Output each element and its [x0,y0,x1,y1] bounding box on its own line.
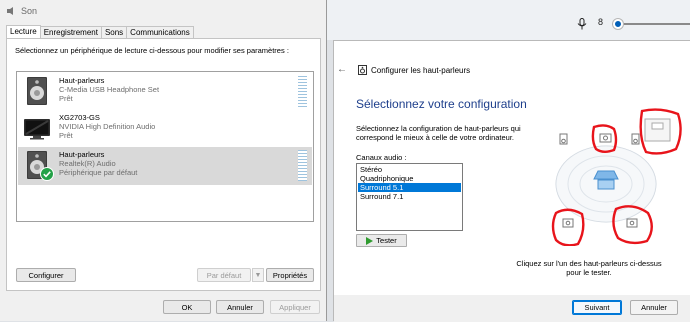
center-speaker[interactable] [599,133,612,143]
apply-button[interactable]: Appliquer [270,300,320,314]
device-status: Prêt [59,131,73,140]
config-heading: Sélectionnez votre configuration [356,97,527,111]
device-item-realtek[interactable]: Haut-parleurs Realtek(R) Audio Périphéri… [18,147,312,185]
sound-dialog-title: Son [21,6,38,16]
monitor-icon [24,119,50,140]
sound-app-icon [7,7,13,15]
speaker-setup-icon [358,65,367,75]
sound-dialog: Son Lecture Enregistrement Sons Communic… [0,0,327,321]
volume-slider-thumb[interactable] [613,19,623,29]
audio-channels-list[interactable]: Stéréo Quadriphonique Surround 5.1 Surro… [356,163,463,231]
device-item-monitor[interactable]: XG2703-GS NVIDIA High Definition Audio P… [18,110,312,147]
device-name: XG2703-GS [59,113,100,122]
channel-option-surround-51[interactable]: Surround 5.1 [358,183,461,192]
front-right-speaker[interactable] [631,133,640,145]
subwoofer-speaker[interactable] [644,118,671,142]
test-hint-text: Cliquez sur l'un des haut-parleurs ci-de… [516,259,662,277]
set-default-dropdown[interactable]: ▼ [252,268,264,282]
speaker-setup-dialog: ← Configurer les haut-parleurs Sélection… [333,40,690,322]
test-button[interactable]: Tester [356,234,407,247]
playback-panel: Sélectionnez un périphérique de lecture … [6,38,321,291]
test-button-label: Tester [376,236,397,245]
audio-channels-label: Canaux audio : [356,153,407,162]
device-name: Haut-parleurs [59,150,105,159]
listener-icon [593,170,619,180]
next-button[interactable]: Suivant [572,300,622,315]
level-meter [298,76,307,107]
channel-option-surround-71[interactable]: Surround 7.1 [358,192,461,201]
tab-enregistrement[interactable]: Enregistrement [39,26,102,38]
device-name: Haut-parleurs [59,76,105,85]
tab-communications[interactable]: Communications [126,26,194,38]
microphone-icon[interactable] [577,18,587,30]
level-meter [298,150,307,181]
ok-button[interactable]: OK [163,300,211,314]
chevron-down-icon: ▼ [254,271,262,279]
cancel-button[interactable]: Annuler [216,300,264,314]
sound-dialog-titlebar: Son [0,0,326,22]
tab-lecture[interactable]: Lecture [6,25,41,38]
speaker-setup-titlebar: Configurer les haut-parleurs [358,65,470,75]
sound-tabs: Lecture Enregistrement Sons Communicatio… [6,25,194,38]
setup-cancel-button[interactable]: Annuler [630,300,678,315]
speaker-icon [27,77,47,105]
device-description: Realtek(R) Audio [59,159,116,168]
rear-left-speaker[interactable] [562,218,574,228]
config-description: Sélectionnez la configuration de haut-pa… [356,124,521,142]
device-item-headphones[interactable]: Haut-parleurs C-Media USB Headphone Set … [18,73,312,110]
back-arrow-icon[interactable]: ← [337,64,347,75]
device-status: Prêt [59,94,73,103]
rear-right-speaker[interactable] [626,218,638,228]
listener-seat [597,179,615,190]
volume-slider[interactable] [612,19,690,29]
speaker-setup-title: Configurer les haut-parleurs [371,65,471,75]
playback-device-list: Haut-parleurs C-Media USB Headphone Set … [16,71,314,222]
properties-button[interactable]: Propriétés [266,268,314,282]
playback-instruction: Sélectionnez un périphérique de lecture … [15,46,289,55]
device-description: C-Media USB Headphone Set [59,85,160,94]
configure-button[interactable]: Configurer [16,268,76,282]
volume-flyout-strip [326,0,690,40]
front-left-speaker[interactable] [559,133,568,145]
speaker-setup-footer: Suivant Annuler [334,295,690,322]
volume-value: 8 [598,17,604,27]
play-icon [366,236,374,245]
set-default-button[interactable]: Par défaut [197,268,251,282]
channel-option-stereo[interactable]: Stéréo [358,165,461,174]
device-description: NVIDIA High Definition Audio [59,122,156,131]
tab-sons[interactable]: Sons [100,26,128,38]
channel-option-quad[interactable]: Quadriphonique [358,174,461,183]
speaker-layout-diagram [551,108,682,246]
device-status: Périphérique par défaut [59,168,138,177]
default-check-icon [40,167,54,181]
